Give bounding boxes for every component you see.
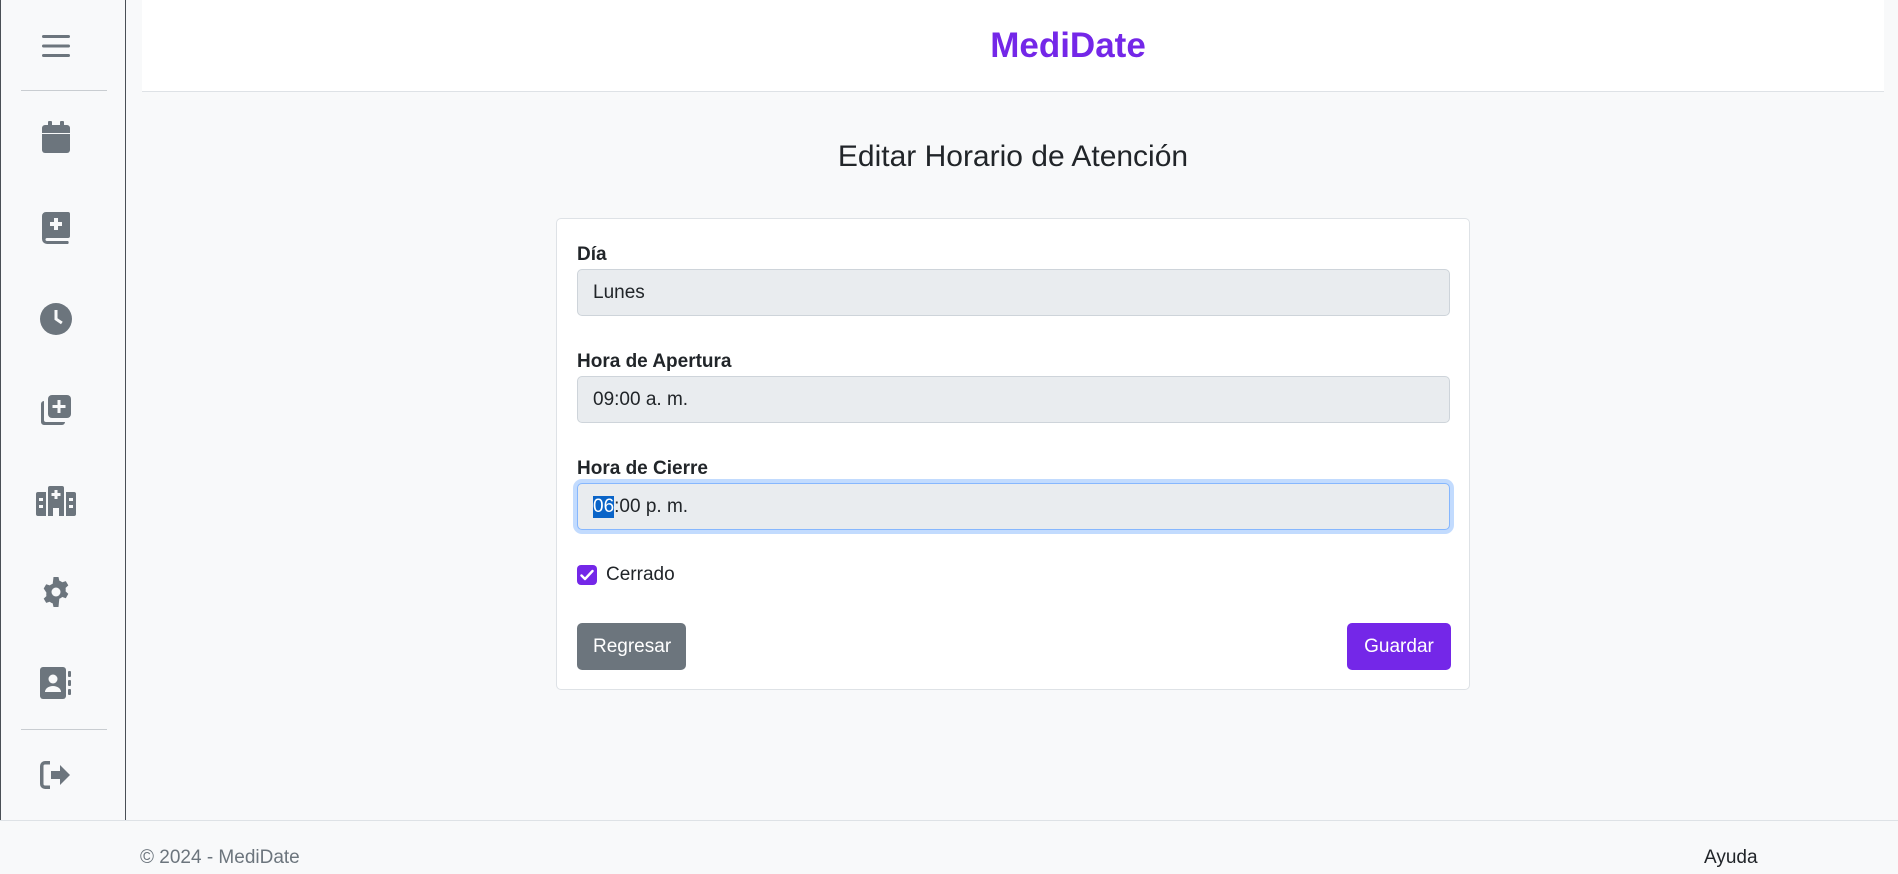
- help-link[interactable]: Ayuda: [1704, 847, 1758, 869]
- sidebar-item-add[interactable]: [21, 380, 91, 440]
- close-time-input[interactable]: 06:00 p. m.: [577, 483, 1450, 530]
- open-minute-segment[interactable]: 00: [619, 389, 640, 411]
- closed-checkbox-label: Cerrado: [606, 564, 675, 585]
- checkmark-icon: [580, 569, 594, 581]
- sidebar-menu-toggle[interactable]: [21, 16, 91, 76]
- brand-logo-link[interactable]: MediDate: [990, 26, 1146, 66]
- back-button[interactable]: Regresar: [577, 623, 686, 670]
- sidebar-divider: [21, 729, 107, 730]
- menu-icon: [42, 35, 70, 57]
- schedule-form-card: Día Lunes Hora de Apertura 09:00 a. m. H…: [556, 218, 1470, 690]
- logout-icon: [40, 761, 70, 789]
- closed-checkbox-row: Cerrado: [577, 564, 675, 586]
- top-header: MediDate: [142, 0, 1884, 92]
- page-title: Editar Horario de Atención: [837, 140, 1189, 173]
- footer: © 2024 - MediDate Ayuda: [0, 820, 1898, 874]
- close-hour-segment[interactable]: 06: [593, 495, 615, 518]
- hospital-icon: [36, 486, 76, 516]
- sidebar-item-logout[interactable]: [21, 745, 91, 805]
- day-label: Día: [577, 244, 607, 265]
- open-hour-segment[interactable]: 09: [593, 389, 614, 411]
- open-time-input[interactable]: 09:00 a. m.: [577, 376, 1450, 423]
- medical-book-icon: [42, 212, 70, 244]
- sidebar-item-calendar[interactable]: [21, 107, 91, 167]
- gear-icon: [43, 577, 69, 607]
- close-minute-segment[interactable]: 00: [619, 496, 640, 518]
- day-value: Lunes: [593, 281, 645, 303]
- sidebar-item-schedule[interactable]: [21, 289, 91, 349]
- contact-book-icon: [40, 667, 71, 699]
- add-copy-icon: [41, 395, 71, 425]
- clock-icon: [40, 303, 72, 335]
- closed-checkbox[interactable]: [577, 565, 597, 585]
- copyright-text: © 2024 - MediDate: [140, 847, 300, 868]
- open-period-segment[interactable]: a. m.: [646, 389, 688, 411]
- calendar-icon: [42, 121, 70, 153]
- save-button[interactable]: Guardar: [1347, 623, 1451, 670]
- sidebar-divider: [21, 90, 107, 91]
- day-field[interactable]: Lunes: [577, 269, 1450, 316]
- sidebar-item-settings[interactable]: [21, 562, 91, 622]
- sidebar: [0, 0, 126, 820]
- sidebar-item-clinics[interactable]: [21, 471, 91, 531]
- close-period-segment[interactable]: p. m.: [646, 496, 688, 518]
- close-time-label: Hora de Cierre: [577, 458, 708, 479]
- open-time-label: Hora de Apertura: [577, 351, 732, 372]
- sidebar-item-contacts[interactable]: [21, 653, 91, 713]
- sidebar-item-medical-records[interactable]: [21, 198, 91, 258]
